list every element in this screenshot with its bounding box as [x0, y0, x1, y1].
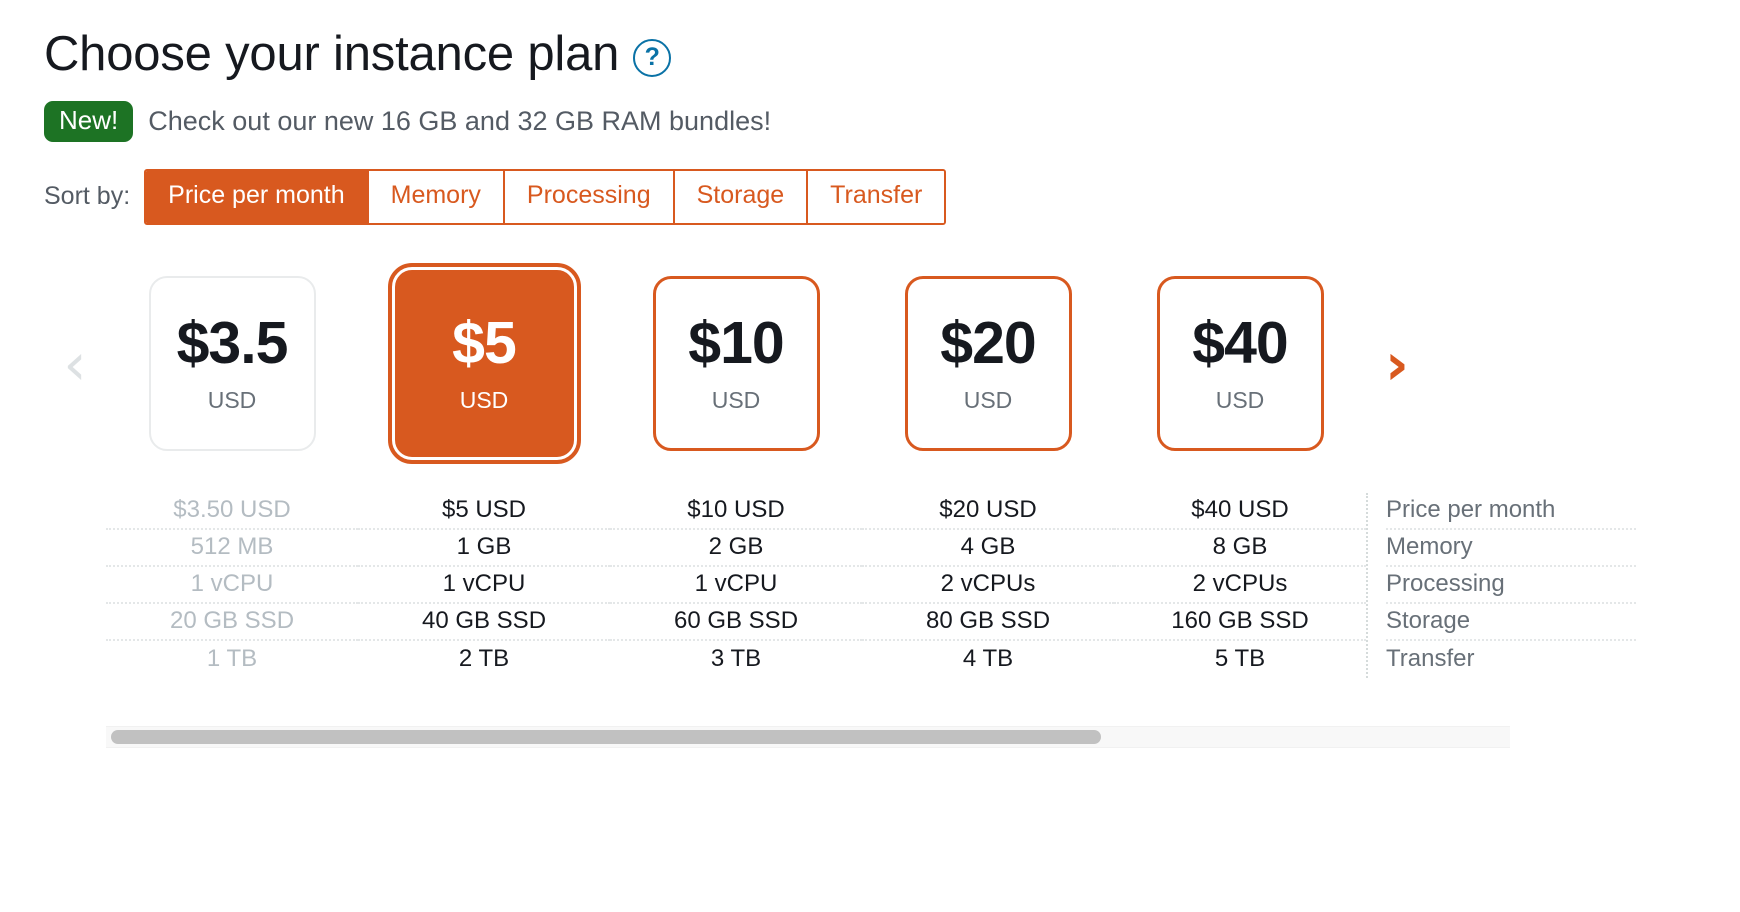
sort-by-label: Sort by:: [44, 182, 131, 211]
spec-cell-price: $40 USD: [1114, 493, 1366, 530]
spec-cell-storage: 80 GB SSD: [862, 604, 1114, 641]
plan-card-price: $3.5: [176, 309, 289, 376]
sort-segmented-control: Price per month Memory Processing Storag…: [144, 169, 947, 225]
plan-card-currency: USD: [1215, 386, 1265, 413]
plan-card-40[interactable]: $40 USD: [1156, 276, 1324, 451]
chevron-right-icon[interactable]: ›: [1366, 335, 1428, 393]
plan-card-currency: USD: [711, 386, 761, 413]
plan-card-slot: $5 USD: [358, 259, 610, 469]
spec-cell-memory: 512 MB: [106, 530, 358, 567]
spec-cell-storage: 160 GB SSD: [1114, 604, 1366, 641]
page-header: Choose your instance plan ?: [0, 0, 1740, 79]
sort-option-processing[interactable]: Processing: [502, 171, 673, 223]
sort-option-memory[interactable]: Memory: [366, 171, 503, 223]
horizontal-scrollbar-track[interactable]: [106, 725, 1510, 748]
new-banner-message: Check out our new 16 GB and 32 GB RAM bu…: [148, 106, 772, 136]
spec-cell-price: $3.50 USD: [106, 493, 358, 530]
spec-cell-storage: 20 GB SSD: [106, 604, 358, 641]
plan-card-list: $3.5 USD $5 USD $10 USD $20 USD $40 USD: [106, 259, 1366, 469]
plan-card-slot: $10 USD: [610, 259, 862, 469]
spec-row-label-storage: Storage: [1386, 604, 1636, 641]
spec-cell-memory: 2 GB: [610, 530, 862, 567]
plan-card-5[interactable]: $5 USD: [387, 263, 581, 464]
plan-card-currency: USD: [459, 386, 509, 413]
chevron-left-icon[interactable]: ‹: [44, 335, 106, 393]
plan-spec-table: $3.50 USD 512 MB 1 vCPU 20 GB SSD 1 TB $…: [0, 492, 1740, 678]
spec-cell-processing: 2 vCPUs: [1114, 567, 1366, 604]
spec-cell-processing: 1 vCPU: [358, 567, 610, 604]
spec-cell-price: $20 USD: [862, 493, 1114, 530]
spec-row-label-processing: Processing: [1386, 567, 1636, 604]
spec-column-20: $20 USD 4 GB 2 vCPUs 80 GB SSD 4 TB: [862, 493, 1114, 678]
spec-row-label-memory: Memory: [1386, 530, 1636, 567]
spec-cell-price: $5 USD: [358, 493, 610, 530]
sort-by-control: Sort by: Price per month Memory Processi…: [0, 142, 1740, 225]
spec-cell-storage: 40 GB SSD: [358, 604, 610, 641]
spec-row-labels: Price per month Memory Processing Storag…: [1366, 492, 1636, 678]
spec-cell-transfer: 3 TB: [710, 645, 762, 672]
spec-cell-memory: 8 GB: [1114, 530, 1366, 567]
spec-cell-memory: 4 GB: [862, 530, 1114, 567]
plan-card-3-5[interactable]: $3.5 USD: [148, 276, 316, 451]
spec-cell-processing: 2 vCPUs: [862, 567, 1114, 604]
spec-cell-processing: 1 vCPU: [106, 567, 358, 604]
plan-carousel: ‹ $3.5 USD $5 USD $10 USD $20 USD $40 US…: [0, 259, 1740, 469]
spec-cell-transfer: 4 TB: [962, 645, 1014, 672]
spec-row-label-transfer: Transfer: [1386, 645, 1475, 672]
spec-row-label-price: Price per month: [1386, 493, 1636, 530]
spec-column-3-5: $3.50 USD 512 MB 1 vCPU 20 GB SSD 1 TB: [106, 493, 358, 678]
spec-cell-transfer: 5 TB: [1214, 645, 1266, 672]
plan-card-slot: $3.5 USD: [106, 259, 358, 469]
plan-card-currency: USD: [207, 386, 257, 413]
spec-cell-storage: 60 GB SSD: [610, 604, 862, 641]
plan-card-price: $5: [452, 309, 517, 376]
new-bundles-banner: New! Check out our new 16 GB and 32 GB R…: [0, 79, 1740, 142]
plan-card-slot: $40 USD: [1114, 259, 1366, 469]
spec-cell-transfer: 2 TB: [458, 645, 510, 672]
horizontal-scrollbar-thumb[interactable]: [111, 729, 1101, 744]
spec-cell-memory: 1 GB: [358, 530, 610, 567]
plan-card-slot: $20 USD: [862, 259, 1114, 469]
plan-card-price: $40: [1192, 309, 1288, 376]
sort-option-transfer[interactable]: Transfer: [806, 171, 945, 223]
plan-card-price: $20: [940, 309, 1036, 376]
plan-card-20[interactable]: $20 USD: [904, 276, 1072, 451]
plan-card-currency: USD: [963, 386, 1013, 413]
spec-column-40: $40 USD 8 GB 2 vCPUs 160 GB SSD 5 TB: [1114, 493, 1366, 678]
spec-cell-transfer: 1 TB: [206, 645, 258, 672]
sort-option-storage[interactable]: Storage: [672, 171, 807, 223]
new-badge: New!: [44, 101, 134, 142]
question-mark-circle-icon[interactable]: ?: [633, 38, 672, 77]
spec-column-5: $5 USD 1 GB 1 vCPU 40 GB SSD 2 TB: [358, 493, 610, 678]
plan-card-10[interactable]: $10 USD: [652, 276, 820, 451]
spec-column-10: $10 USD 2 GB 1 vCPU 60 GB SSD 3 TB: [610, 493, 862, 678]
plan-card-price: $10: [688, 309, 784, 376]
page-title: Choose your instance plan: [44, 27, 620, 81]
spec-cell-price: $10 USD: [610, 493, 862, 530]
sort-option-price-per-month[interactable]: Price per month: [146, 171, 367, 223]
spec-cell-processing: 1 vCPU: [610, 567, 862, 604]
